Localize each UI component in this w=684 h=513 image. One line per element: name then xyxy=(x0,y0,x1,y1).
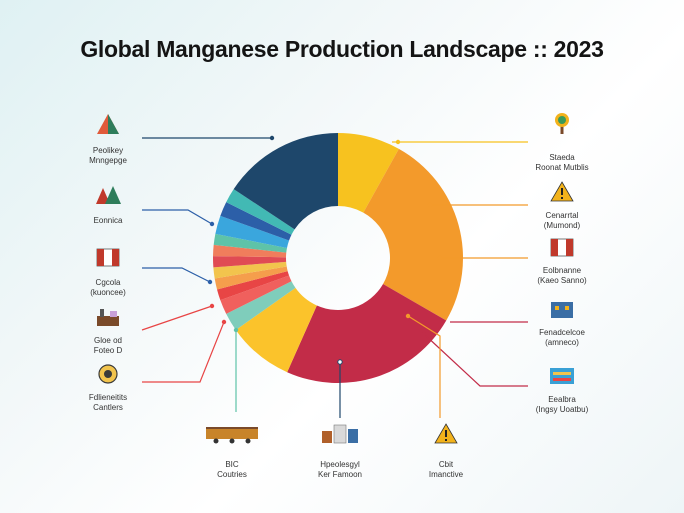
leader-dot-right-2 xyxy=(427,202,433,208)
callout-line2: (Mumond) xyxy=(543,221,581,230)
callout-label-bottom-1: BIC Coutries xyxy=(187,460,277,480)
callout-line1: Cgcola xyxy=(95,278,121,287)
factory-icon xyxy=(97,309,119,326)
callout-line1: Fenadcelcoe xyxy=(539,328,585,337)
callout-line1: Eealbra xyxy=(548,395,576,404)
callout-line2: (amneco) xyxy=(545,338,579,347)
callout-line2: Coutries xyxy=(217,470,247,479)
callout-label-bottom-2: Hpeolesgyl Ker Famoon xyxy=(295,460,385,480)
warning-icon xyxy=(434,423,458,444)
leader-dot-bottom-1 xyxy=(233,327,239,333)
train-icon xyxy=(206,427,258,444)
flag-icon xyxy=(550,238,574,257)
callout-label-right-3: Eolbnanne (Kaeo Sanno) xyxy=(517,266,607,286)
callout-line2: (kuoncee) xyxy=(90,288,126,297)
callout-label-right-1: Staeda Roonat Mutblis xyxy=(517,153,607,173)
callout-label-left-4: Gloe od Foteo D xyxy=(63,336,153,356)
callout-line2: Imanctive xyxy=(428,470,464,479)
city-icon xyxy=(322,424,358,444)
medal-icon xyxy=(98,364,118,384)
leader-dot-left-1 xyxy=(269,135,275,141)
callout-line1: Eolbnanne xyxy=(542,266,582,275)
callout-line2: (Kaeo Sanno) xyxy=(537,276,587,285)
callout-line1: Eonnica xyxy=(93,216,123,225)
truck-icon xyxy=(550,368,574,384)
building-icon xyxy=(551,302,573,318)
callout-line1: BIC xyxy=(225,460,239,469)
leader-line-left-4 xyxy=(141,305,213,331)
callout-line1: Hpeolesgyl xyxy=(320,460,360,469)
leader-dot-left-4 xyxy=(209,303,215,309)
leader-dot-right-3 xyxy=(437,255,443,261)
callout-label-left-2: Eonnica xyxy=(63,216,153,226)
flag-icon xyxy=(96,248,120,267)
callout-label-left-1: Peolikey Mnngepge xyxy=(63,146,153,166)
leader-dot-bottom-2 xyxy=(337,359,343,365)
callout-label-left-5: Fdlieneitits Cantlers xyxy=(63,393,153,413)
callout-line2: Mnngepge xyxy=(89,156,127,165)
leader-dot-right-1 xyxy=(395,139,401,145)
pyramid-icon xyxy=(97,114,119,134)
callout-line2: Foteo D xyxy=(93,346,123,355)
leader-dot-right-5 xyxy=(421,331,427,337)
leader-line-left-5 xyxy=(142,321,225,383)
leader-dot-left-3 xyxy=(207,279,213,285)
callout-line2: Ker Famoon xyxy=(317,470,363,479)
callout-label-left-3: Cgcola (kuoncee) xyxy=(63,278,153,298)
callout-label-right-5: Eealbra (Ingsy Uoatbu) xyxy=(517,395,607,415)
leader-dot-left-2 xyxy=(209,221,215,227)
warning-icon xyxy=(550,181,574,202)
callout-line1: Cbit xyxy=(438,460,454,469)
callout-line1: Gloe od xyxy=(93,336,123,345)
callout-label-right-4: Fenadcelcoe (amneco) xyxy=(517,328,607,348)
callout-line2: (Ingsy Uoatbu) xyxy=(535,405,589,414)
tree-icon xyxy=(555,113,569,134)
callout-line1: Peolikey xyxy=(92,146,124,155)
callout-line1: Staeda xyxy=(549,153,575,162)
mountains-icon xyxy=(96,186,121,204)
leader-dot-bottom-3 xyxy=(405,313,411,319)
donut-chart xyxy=(96,113,574,444)
callout-label-bottom-3: Cbit Imanctive xyxy=(401,460,491,480)
callout-line1: Fdlieneitits xyxy=(88,393,128,402)
leader-dot-right-4 xyxy=(407,319,413,325)
callout-line1: Cenarrtal xyxy=(545,211,579,220)
callout-line2: Roonat Mutblis xyxy=(535,163,589,172)
leader-dot-left-5 xyxy=(221,319,227,325)
callout-label-right-2: Cenarrtal (Mumond) xyxy=(517,211,607,231)
callout-line2: Cantlers xyxy=(93,403,123,412)
